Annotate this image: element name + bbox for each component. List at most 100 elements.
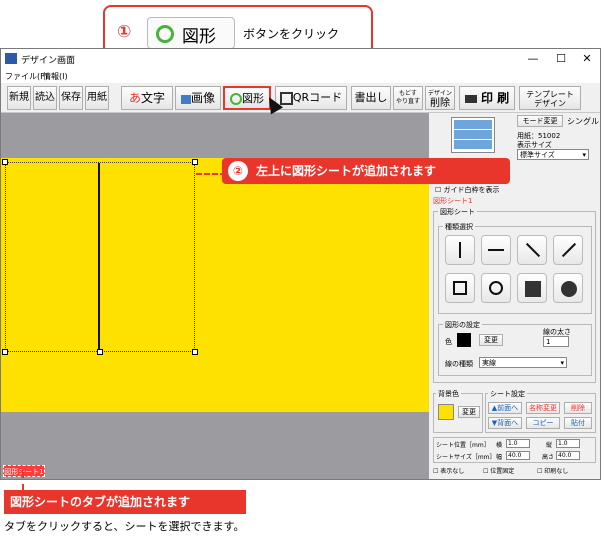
qr-button[interactable]: QRコード <box>275 86 347 110</box>
figure-settings-title: 図形の設定 <box>443 320 482 330</box>
circle-outline-button[interactable] <box>481 273 511 303</box>
diagonal-down-line-button[interactable] <box>517 235 547 265</box>
height-input[interactable]: 40.0 <box>556 451 580 460</box>
x-input[interactable]: 1.0 <box>506 439 530 448</box>
undo-label: もどす <box>399 90 417 97</box>
guide-checkbox[interactable]: ☐ ガイド白枠を表示 <box>435 185 500 195</box>
menu-bar: ファイル(F) 情報(I) <box>1 69 600 83</box>
panel-sheet-tab[interactable]: 図形シート1 <box>433 196 472 206</box>
minimize-button[interactable]: — <box>519 51 547 67</box>
undo-button[interactable]: もどす やり直す <box>393 86 423 110</box>
type-select-title: 種類選択 <box>443 222 475 232</box>
hide-label: 表示なし <box>440 468 465 475</box>
sheet-options: ☐ 表示なし ☐ 位置固定 ☐ 印刷なし <box>433 466 598 476</box>
resize-handle[interactable] <box>192 159 198 165</box>
height-value: 40.0 <box>558 452 572 459</box>
step1-number: ① <box>117 22 132 42</box>
display-size-select[interactable]: 標準サイズ ▾ <box>517 149 589 160</box>
width-value: 40.0 <box>508 452 522 459</box>
fix-pos-checkbox[interactable]: ☐ 位置固定 <box>483 466 514 475</box>
sheet-settings-title: シート設定 <box>488 389 527 399</box>
figure-sheet-tab[interactable]: 図形シート1 <box>3 465 45 477</box>
menu-info[interactable]: 情報(I) <box>43 71 68 82</box>
line-width-input[interactable]: 1 <box>543 336 569 347</box>
app-icon <box>5 53 17 64</box>
print-button[interactable]: 印 刷 <box>459 86 515 110</box>
template-top: テンプレート <box>526 90 574 99</box>
delete-design-button[interactable]: デザイン 削除 <box>425 86 455 110</box>
callout-figure-button: 図形 <box>147 17 235 49</box>
figure-settings-group: 図形の設定 色 変更 線の太さ 1 線の種類 実線 ▾ <box>438 320 592 376</box>
new-button[interactable]: 新規 <box>7 86 31 110</box>
horizontal-line-button[interactable] <box>481 235 511 265</box>
circle-filled-button[interactable] <box>553 273 583 303</box>
delete-sheet-button[interactable]: 削除 <box>564 402 592 414</box>
rectangle-filled-button[interactable] <box>517 273 547 303</box>
chevron-down-icon: ▾ <box>582 151 586 159</box>
qr-label: QRコード <box>292 91 343 104</box>
bg-color-title: 背景色 <box>436 389 461 399</box>
line-type-value: 実線 <box>482 359 496 367</box>
w-label: 幅 <box>496 454 503 461</box>
delete-design-top: デザイン <box>427 90 452 97</box>
footer-highlight: 図形シートのタブが追加されます <box>4 490 246 514</box>
line-type-select[interactable]: 実線 ▾ <box>479 357 567 368</box>
chevron-down-icon: ▾ <box>560 359 564 367</box>
paper-button[interactable]: 用紙 <box>85 86 109 110</box>
pos-label: シート位置［mm］ <box>436 442 490 449</box>
figure-color-change-button[interactable]: 変更 <box>479 334 503 346</box>
hide-checkbox[interactable]: ☐ 表示なし <box>433 466 464 475</box>
open-button[interactable]: 読込 <box>33 86 57 110</box>
footer-connector <box>22 472 24 490</box>
image-button[interactable]: 画像 <box>175 86 221 110</box>
layout-grid-icon <box>454 120 492 150</box>
vertical-line-button[interactable] <box>445 235 475 265</box>
print-label: 印 刷 <box>481 91 510 105</box>
text-label: 文字 <box>141 91 166 105</box>
image-icon <box>180 94 191 104</box>
h-label: 高さ <box>542 454 555 461</box>
resize-handle[interactable] <box>97 349 103 355</box>
bg-color-swatch <box>438 404 454 420</box>
line-type-label: 線の種類 <box>445 360 473 368</box>
circle-icon <box>230 93 242 105</box>
close-button[interactable]: ✕ <box>573 51 601 67</box>
copy-button[interactable]: コピー <box>526 417 560 429</box>
vertical-line-shape[interactable] <box>98 163 100 351</box>
template-button[interactable]: テンプレート デザイン <box>519 86 581 110</box>
delete-design-bottom: 削除 <box>430 98 450 109</box>
extract-button[interactable]: 書出し <box>351 86 391 110</box>
bring-front-button[interactable]: ▲前面へ <box>488 402 522 414</box>
paste-button[interactable]: 貼付 <box>564 417 592 429</box>
rectangle-outline-button[interactable] <box>445 273 475 303</box>
fix-pos-label: 位置固定 <box>490 468 515 475</box>
figure-button[interactable]: 図形 <box>223 86 271 110</box>
printer-icon <box>464 94 477 103</box>
x-value: 1.0 <box>508 440 518 447</box>
callout-step2: ② 左上に図形シートが追加されます <box>222 158 510 184</box>
resize-handle[interactable] <box>2 349 8 355</box>
diagonal-up-line-button[interactable] <box>553 235 583 265</box>
guide-label: ガイド白枠を表示 <box>443 186 500 194</box>
footer-note: タブをクリックすると、シートを選択できます。 <box>4 520 245 533</box>
figure-color-swatch <box>457 333 471 347</box>
toolbar: 新規 読込 保存 用紙 あ文字 画像 図形 QRコード 書出し もどす やり直す … <box>1 83 600 113</box>
text-button[interactable]: あ文字 <box>121 86 173 110</box>
image-label: 画像 <box>190 91 215 105</box>
rename-button[interactable]: 名称変更 <box>526 402 560 414</box>
resize-handle[interactable] <box>192 349 198 355</box>
y-input[interactable]: 1.0 <box>556 439 580 448</box>
menu-file[interactable]: ファイル(F) <box>5 71 48 82</box>
resize-handle[interactable] <box>2 159 8 165</box>
bg-color-change-button[interactable]: 変更 <box>458 406 480 418</box>
figure-sheet-selection[interactable] <box>5 162 195 352</box>
no-print-checkbox[interactable]: ☐ 印刷なし <box>537 466 568 475</box>
maximize-button[interactable]: ☐ <box>547 51 575 67</box>
mode-change-button[interactable]: モード変更 <box>517 115 563 127</box>
send-back-button[interactable]: ▼背面へ <box>488 417 522 429</box>
line-width-value: 1 <box>546 338 551 346</box>
size-label: シートサイズ［mm］ <box>436 454 496 461</box>
save-button[interactable]: 保存 <box>59 86 83 110</box>
sheet-tab-bar: 図形シート1 <box>1 463 429 479</box>
width-input[interactable]: 40.0 <box>506 451 530 460</box>
